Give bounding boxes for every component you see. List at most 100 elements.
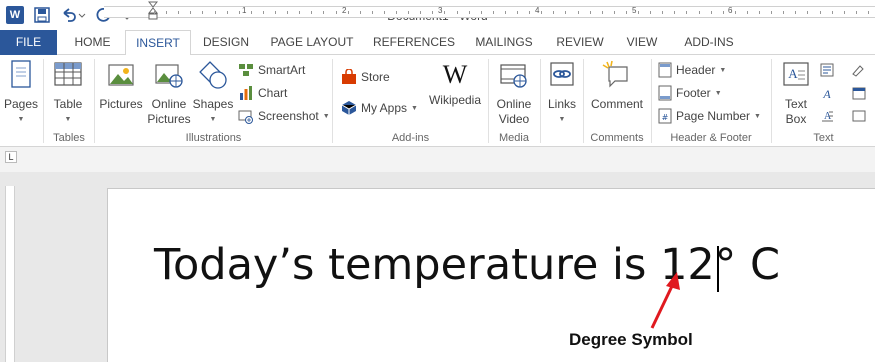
tab-mailings[interactable]: MAILINGS [468,30,540,55]
ruler-tick [771,11,773,14]
pictures-button[interactable]: Pictures [98,59,144,112]
ruler-tick [262,11,264,14]
page-number-icon: # [658,108,672,124]
ruler-number: 5 [632,6,637,15]
pages-button[interactable]: Pages ▼ [3,59,39,127]
object-icon[interactable] [852,109,866,123]
ribbon-tabs: FILE HOME INSERT DESIGN PAGE LAYOUT REFE… [0,30,875,56]
group-label-header-footer: Header & Footer [670,132,752,144]
text-box-icon: A [783,62,809,86]
online-video-icon [500,64,527,88]
ruler-tick [613,11,615,14]
footer-button[interactable]: Footer ▼ [658,84,722,102]
smartart-button[interactable]: SmartArt [238,61,305,79]
vertical-ruler[interactable] [5,186,15,362]
tab-file[interactable]: FILE [0,30,57,55]
indent-marker-icon[interactable] [148,1,158,25]
ruler-tick [166,11,168,14]
ruler-number: 4 [535,6,540,15]
online-video-label: Online Video [496,97,532,126]
ruler-tick [783,11,785,14]
group-label-text: Text [813,132,834,144]
ruler-tick [238,11,240,14]
tab-references[interactable]: REFERENCES [371,30,457,55]
group-label-tables: Tables [53,132,85,144]
ruler-tick [710,11,712,14]
ruler-tick [807,11,809,14]
shapes-button[interactable]: Shapes ▼ [192,59,234,127]
ruler-tick [214,11,216,14]
page-number-dropdown-icon: ▼ [754,112,761,120]
tab-selector-icon[interactable]: L [5,151,17,163]
ruler-tick [759,11,760,14]
table-dropdown-icon: ▼ [64,116,72,123]
my-apps-label: My Apps [361,101,408,115]
table-icon [54,62,82,86]
pages-icon [11,60,31,88]
text-box-button[interactable]: A Text Box [776,59,816,127]
ruler-tick [867,11,869,14]
pages-label: Pages [3,97,39,111]
store-label: Store [361,70,390,84]
table-button[interactable]: Table ▼ [48,59,88,127]
divider [583,59,584,143]
date-time-icon[interactable] [852,86,866,100]
signature-line-icon[interactable] [852,63,866,77]
wordart-icon[interactable]: A [820,86,834,100]
ruler-tick [396,11,397,14]
wikipedia-button[interactable]: W Wikipedia [428,59,482,108]
ruler-tick [589,11,591,14]
tab-design[interactable]: DESIGN [197,30,255,55]
tab-view[interactable]: VIEW [617,30,667,55]
ruler-tick [504,11,506,14]
ruler-tick [492,11,494,14]
online-video-button[interactable]: Online Video [493,59,535,127]
page-number-label: Page Number [676,109,751,123]
my-apps-button[interactable]: My Apps ▼ [341,99,418,117]
ruler-tick [456,11,458,14]
my-apps-icon [341,101,357,115]
ruler-tick [359,11,361,14]
comment-button[interactable]: Comment [587,59,647,112]
header-label: Header [676,63,716,77]
horizontal-ruler[interactable]: 1 2 3 4 5 6 [104,1,875,20]
ruler-bar [0,147,875,172]
store-button[interactable]: Store [341,68,390,86]
online-pictures-button[interactable]: Online Pictures [147,59,191,127]
chart-icon [240,86,252,100]
ruler-number: 6 [728,6,733,15]
ruler-tick [625,11,627,14]
ruler-tick [202,11,204,14]
comment-label: Comment [590,97,643,111]
degree-symbol-annotation: Degree Symbol [569,330,693,349]
ruler-tick [420,11,422,14]
tab-add-ins[interactable]: ADD-INS [675,30,743,55]
my-apps-dropdown-icon: ▼ [411,104,418,112]
drop-cap-icon[interactable]: A [820,109,834,123]
footer-label: Footer [676,86,711,100]
ruler-tick [444,11,446,14]
screenshot-label: Screenshot [258,109,319,123]
ribbon-insert: Pages ▼ Table ▼ Tables Pictures Online P… [0,55,875,147]
ruler-tick [541,11,543,14]
divider [540,59,541,143]
quick-parts-icon[interactable] [820,63,834,77]
pages-dropdown-icon: ▼ [17,116,25,123]
ruler-number: 3 [438,6,443,15]
tab-insert[interactable]: INSERT [125,30,191,56]
tab-review[interactable]: REVIEW [550,30,610,55]
chart-button[interactable]: Chart [238,84,287,102]
ruler-tick [299,11,301,14]
page-number-button[interactable]: # Page Number ▼ [658,107,761,125]
ruler-tick [323,11,325,14]
tab-page-layout[interactable]: PAGE LAYOUT [264,30,360,55]
svg-text:#: # [662,113,669,122]
links-icon [550,62,574,86]
ruler-tick [275,11,276,14]
links-button[interactable]: Links ▼ [545,59,579,127]
header-button[interactable]: Header ▼ [658,61,726,79]
tab-home[interactable]: HOME [65,30,120,55]
ruler-tick [529,11,531,14]
screenshot-button[interactable]: Screenshot ▼ [238,107,330,125]
svg-text:A: A [788,66,798,81]
